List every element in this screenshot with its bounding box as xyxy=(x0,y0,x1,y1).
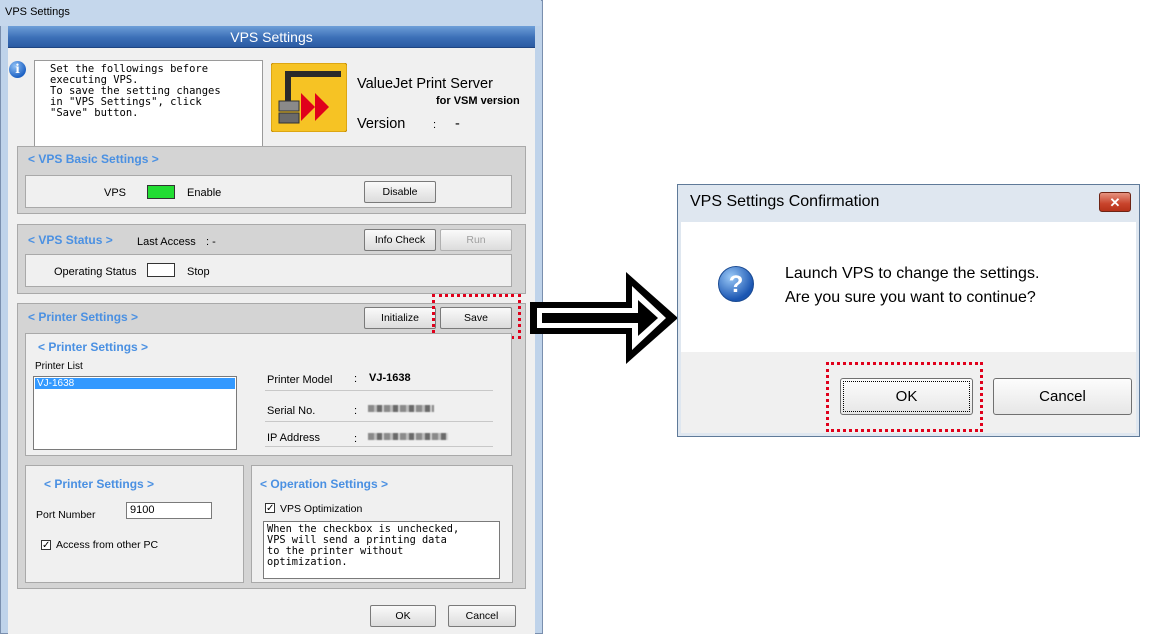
vps-optimization-label: VPS Optimization xyxy=(280,503,363,515)
port-settings-title: < Printer Settings > xyxy=(44,477,155,491)
dialog-cancel-button[interactable]: Cancel xyxy=(993,378,1132,415)
vps-logo-icon xyxy=(270,62,348,133)
printer-list-label: Printer List xyxy=(35,361,83,372)
question-icon: ? xyxy=(718,266,754,302)
printer-list[interactable]: VJ-1638 xyxy=(33,376,237,450)
port-number-input[interactable]: 9100 xyxy=(126,502,212,519)
arrow-right-icon xyxy=(528,268,680,368)
printer-model-colon: : xyxy=(354,373,358,385)
port-number-label: Port Number xyxy=(36,509,96,521)
close-icon[interactable]: ✕ xyxy=(1099,192,1131,212)
header-band: VPS Settings xyxy=(8,26,535,48)
version-separator: : xyxy=(433,119,437,131)
vps-optimization-checkbox[interactable]: ✓ xyxy=(265,503,275,514)
divider xyxy=(265,390,493,391)
last-access-value: : - xyxy=(206,236,216,248)
printer-sub-title: < Printer Settings > xyxy=(38,340,149,354)
ok-button[interactable]: OK xyxy=(370,605,436,627)
cancel-button[interactable]: Cancel xyxy=(448,605,516,627)
ip-address-label: IP Address xyxy=(267,432,320,444)
access-other-pc-checkbox[interactable]: ✓ xyxy=(41,540,51,551)
version-value: - xyxy=(455,116,460,132)
ip-address-colon: : xyxy=(354,433,358,445)
window-titlebar[interactable]: VPS Settings xyxy=(0,0,541,26)
product-edition: for VSM version xyxy=(436,95,520,107)
optimization-note: When the checkbox is unchecked, VPS will… xyxy=(263,521,500,579)
serial-value-redacted xyxy=(368,405,434,412)
operating-status-value: Stop xyxy=(187,266,210,278)
divider xyxy=(265,421,493,422)
product-name: ValueJet Print Server xyxy=(357,76,493,92)
printer-settings-title: < Printer Settings > xyxy=(28,310,139,324)
dialog-message-line2: Are you sure you want to continue? xyxy=(785,289,1036,306)
disable-button[interactable]: Disable xyxy=(364,181,436,203)
vps-enable-text: Enable xyxy=(187,187,222,199)
ip-address-value-redacted xyxy=(368,433,448,440)
serial-label: Serial No. xyxy=(267,405,316,417)
access-other-pc-label: Access from other PC xyxy=(56,539,159,551)
version-label: Version xyxy=(357,116,406,132)
run-button[interactable]: Run xyxy=(440,229,512,251)
divider xyxy=(265,446,493,447)
vps-status-title: < VPS Status > xyxy=(28,233,113,247)
dialog-message-line1: Launch VPS to change the settings. xyxy=(785,265,1040,282)
dialog-title: VPS Settings Confirmation xyxy=(690,193,880,210)
printer-model-label: Printer Model xyxy=(267,374,333,386)
initialize-button[interactable]: Initialize xyxy=(364,307,436,329)
last-access-label: Last Access xyxy=(137,236,196,248)
operating-status-label: Operating Status xyxy=(54,266,137,278)
window-title: VPS Settings xyxy=(5,6,70,18)
vps-label: VPS xyxy=(104,187,127,199)
list-item[interactable]: VJ-1638 xyxy=(35,378,235,389)
vps-status-indicator xyxy=(147,185,175,199)
info-icon: i xyxy=(9,61,26,78)
serial-colon: : xyxy=(354,405,358,417)
operating-status-indicator xyxy=(147,263,175,277)
basic-settings-title: < VPS Basic Settings > xyxy=(28,152,159,166)
ok-highlight xyxy=(826,362,983,432)
info-check-button[interactable]: Info Check xyxy=(364,229,436,251)
operation-settings-title: < Operation Settings > xyxy=(260,477,389,491)
basic-settings-panel xyxy=(25,175,512,208)
intro-text: Set the followings before executing VPS.… xyxy=(34,60,263,150)
printer-model-value: VJ-1638 xyxy=(369,372,411,384)
